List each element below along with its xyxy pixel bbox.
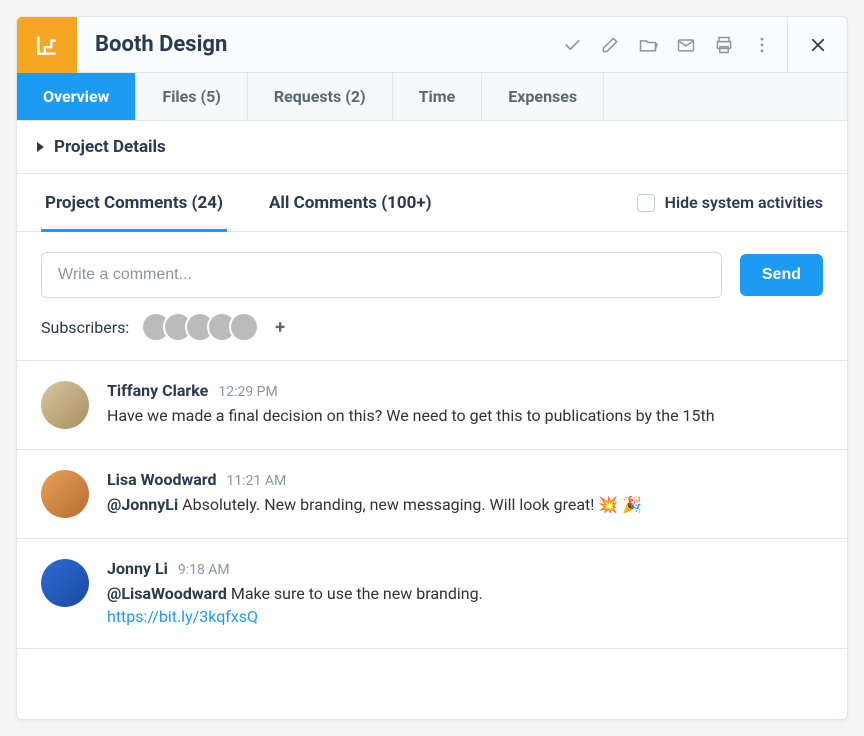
project-icon (17, 17, 77, 73)
comment-author: Jonny Li (107, 559, 168, 578)
edit-icon[interactable] (593, 28, 627, 62)
panel-header: Booth Design (17, 17, 847, 73)
subtab-project-comments[interactable]: Project Comments (24) (41, 175, 227, 232)
comment-text: @LisaWoodward Make sure to use the new b… (107, 582, 823, 628)
comment-input[interactable] (41, 252, 722, 298)
avatar (41, 381, 89, 429)
caret-right-icon (37, 142, 44, 152)
add-subscriber-button[interactable]: + (275, 317, 285, 338)
close-icon[interactable] (801, 28, 835, 62)
comment-author: Tiffany Clarke (107, 381, 208, 400)
tab-time[interactable]: Time (393, 73, 483, 120)
comment-time: 11:21 AM (227, 473, 287, 489)
project-details-label: Project Details (54, 137, 166, 157)
comment-time: 12:29 PM (218, 384, 277, 400)
comment-subtabs: Project Comments (24) All Comments (100+… (17, 174, 847, 232)
comment-body: Tiffany Clarke 12:29 PM Have we made a f… (107, 381, 823, 429)
hide-system-label: Hide system activities (665, 193, 823, 212)
mention[interactable]: @LisaWoodward (107, 584, 227, 603)
tab-overview[interactable]: Overview (17, 73, 136, 120)
comment-text-fragment: Make sure to use the new branding. (227, 584, 483, 603)
comment-item: Tiffany Clarke 12:29 PM Have we made a f… (17, 361, 847, 450)
checkmark-icon[interactable] (555, 28, 589, 62)
hide-system-toggle[interactable]: Hide system activities (637, 193, 823, 212)
print-icon[interactable] (707, 28, 741, 62)
send-button[interactable]: Send (740, 254, 823, 296)
tab-bar: Overview Files (5) Requests (2) Time Exp… (17, 73, 847, 121)
more-icon[interactable] (745, 28, 779, 62)
avatar (41, 470, 89, 518)
comments-list[interactable]: Tiffany Clarke 12:29 PM Have we made a f… (17, 360, 847, 719)
compose-row: Send (17, 232, 847, 312)
avatar (41, 559, 89, 607)
mention[interactable]: @JonnyLi (107, 495, 178, 514)
comment-text: Have we made a final decision on this? W… (107, 404, 823, 427)
comment-item: Lisa Woodward 11:21 AM @JonnyLi Absolute… (17, 450, 847, 539)
header-actions (555, 17, 787, 72)
comment-link[interactable]: https://bit.ly/3kqfxsQ (107, 607, 258, 626)
comment-body: Lisa Woodward 11:21 AM @JonnyLi Absolute… (107, 470, 823, 518)
subscribers-row: Subscribers: + (17, 312, 847, 360)
subscribers-label: Subscribers: (41, 318, 129, 337)
comment-time: 9:18 AM (178, 562, 230, 578)
hide-system-checkbox[interactable] (637, 194, 655, 212)
tab-requests[interactable]: Requests (2) (248, 73, 393, 120)
tab-expenses[interactable]: Expenses (482, 73, 604, 120)
subscriber-avatars (141, 312, 259, 342)
project-title: Booth Design (77, 17, 555, 72)
comment-body: Jonny Li 9:18 AM @LisaWoodward Make sure… (107, 559, 823, 628)
subtab-all-comments[interactable]: All Comments (100+) (265, 175, 436, 232)
comment-text: @JonnyLi Absolutely. New branding, new m… (107, 493, 823, 516)
steps-icon (34, 32, 60, 58)
comment-author: Lisa Woodward (107, 470, 217, 489)
close-wrap (787, 17, 847, 72)
project-panel: Booth Design (16, 16, 848, 720)
mail-icon[interactable] (669, 28, 703, 62)
comment-item: Jonny Li 9:18 AM @LisaWoodward Make sure… (17, 539, 847, 649)
project-details-toggle[interactable]: Project Details (17, 121, 847, 174)
comment-text-fragment: Absolutely. New branding, new messaging.… (178, 495, 642, 514)
folder-icon[interactable] (631, 28, 665, 62)
tab-files[interactable]: Files (5) (136, 73, 247, 120)
subscriber-avatar[interactable] (229, 312, 259, 342)
